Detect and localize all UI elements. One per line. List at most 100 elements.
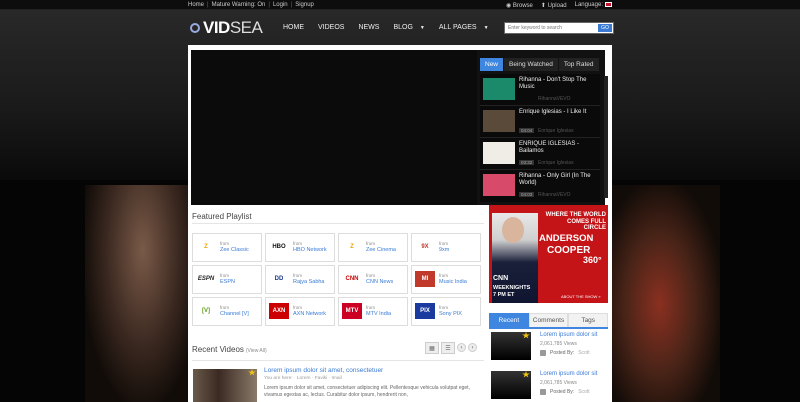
tab-being-watched[interactable]: Being Watched [504, 58, 558, 71]
video-title[interactable]: ENRIQUE IGLESIAS - Bailamos [519, 141, 591, 155]
featured-playlist-grid: Zfrom Zee Classic HBO from HBO Network Zfro… [192, 233, 484, 326]
main-content: New Being Watched Top Rated Rihanna - Do… [188, 45, 612, 402]
nav-videos[interactable]: VIDEOS [311, 21, 351, 34]
video-thumbnail[interactable] [483, 110, 515, 132]
playlist-card[interactable]: AXN from AXN Network [265, 297, 335, 326]
video-list-item[interactable]: ENRIQUE IGLESIAS - Bailamos 03:32 Enriqu… [480, 138, 600, 170]
playlist-card[interactable]: [V] from Channel [V] [192, 297, 262, 326]
user-icon [540, 389, 546, 395]
tab-tags[interactable]: Tags [568, 313, 609, 327]
site-logo[interactable]: VIDSEA [190, 18, 263, 38]
playlist-card[interactable]: ESPN from ESPN [192, 265, 262, 294]
channel-name[interactable]: Sony PIX [439, 311, 462, 317]
sidebar-video-item[interactable]: Lorem ipsum dolor sit 2,061,785 Views Po… [489, 371, 608, 402]
language-selector[interactable]: Language: [575, 1, 612, 9]
channel-name[interactable]: Channel [V] [220, 311, 249, 317]
search-input[interactable] [505, 23, 595, 33]
nav-all-pages-label: ALL PAGES [438, 24, 477, 31]
playlist-card[interactable]: CNN from CNN News [338, 265, 408, 294]
grid-view-icon[interactable]: ▦ [425, 342, 439, 354]
separator: | [290, 1, 293, 8]
recent-video-meta: You are here: · Lorem · Faviki · Imail [264, 376, 342, 381]
nav-blog[interactable]: BLOG ▼ [386, 21, 431, 34]
from-label: from [366, 273, 375, 278]
from-label: from [293, 273, 302, 278]
channel-name[interactable]: Rajya Sabha [293, 279, 325, 285]
channel-name[interactable]: Music India [439, 279, 467, 285]
channel-name[interactable]: CNN News [366, 279, 393, 285]
ad-weeknights: WEEKNIGHTS [493, 285, 531, 291]
top-link-mature-warning[interactable]: Mature Warning: On [212, 2, 266, 8]
channel-name[interactable]: MTV India [366, 311, 391, 317]
video-list-scrollbar[interactable] [604, 76, 608, 198]
ad-time: 7 PM ET [493, 292, 515, 298]
search-button[interactable]: GO [598, 24, 612, 32]
playlist-card[interactable]: MI from Music India [411, 265, 481, 294]
channel-name[interactable]: Zee Cinema [366, 247, 396, 253]
video-list-item[interactable]: Rihanna - Don't Stop The Music RihannaVE… [480, 74, 600, 106]
video-list: Rihanna - Don't Stop The Music RihannaVE… [480, 74, 600, 202]
playlist-card[interactable]: Zfrom Zee Classic [192, 233, 262, 262]
sidebar-video-title[interactable]: Lorem ipsum dolor sit [540, 332, 597, 338]
playlist-card[interactable]: 9X from 9xm [411, 233, 481, 262]
tab-new[interactable]: New [480, 58, 504, 71]
video-channel: RihannaVEVO [538, 192, 571, 198]
tab-recent[interactable]: Recent [489, 313, 529, 327]
channel-logo: HBO [272, 244, 286, 250]
author-link[interactable]: Scott [578, 389, 589, 395]
channel-name[interactable]: ESPN [220, 279, 235, 285]
playlist-card[interactable]: HBO from HBO Network [265, 233, 335, 262]
top-link-home[interactable]: Home [188, 2, 204, 8]
playlist-card[interactable]: DD from Rajya Sabha [265, 265, 335, 294]
nav-home[interactable]: HOME [276, 21, 311, 34]
channel-name[interactable]: Zee Classic [220, 247, 249, 253]
video-title[interactable]: Rihanna - Only Girl (In The World) [519, 173, 591, 187]
prev-icon[interactable]: ‹ [457, 343, 466, 352]
recent-video-title[interactable]: Lorem ipsum dolor sit amet, consectetuer [264, 367, 383, 374]
playlist-card[interactable]: MTV from MTV India [338, 297, 408, 326]
ad-about-link[interactable]: ABOUT THE SHOW » [561, 294, 601, 299]
top-links: Home | Mature Warning: On | Login | Sign… [188, 2, 314, 8]
sidebar-video-item[interactable]: Lorem ipsum dolor sit 2,061,785 Views Po… [489, 332, 608, 364]
divider [192, 223, 484, 224]
upload-link[interactable]: ⬆ Upload [541, 2, 567, 9]
advertisement-banner[interactable]: WHERE THE WORLD COMES FULL CIRCLE ANDERS… [489, 205, 608, 303]
from-label: from [293, 241, 302, 246]
video-list-item[interactable]: Rihanna - Only Girl (In The World) 04:03… [480, 170, 600, 202]
caret-down-icon: ▼ [419, 25, 425, 31]
top-link-login[interactable]: Login [273, 2, 288, 8]
from-label: from [366, 241, 375, 246]
channel-name[interactable]: 9xm [439, 247, 449, 253]
nav-all-pages[interactable]: ALL PAGES ▼ [432, 21, 496, 34]
recent-video-thumbnail[interactable] [193, 369, 257, 402]
video-thumbnail[interactable] [483, 142, 515, 164]
list-view-icon[interactable]: ☰ [441, 342, 455, 354]
playlist-card[interactable]: PIX from Sony PIX [411, 297, 481, 326]
channel-logo: CNN [345, 276, 359, 282]
next-icon[interactable]: › [468, 343, 477, 352]
author-link[interactable]: Scott [578, 350, 589, 356]
video-player[interactable] [191, 50, 477, 205]
view-all-link[interactable]: (View All) [246, 348, 267, 354]
tab-comments[interactable]: Comments [528, 313, 569, 327]
sidebar-video-title[interactable]: Lorem ipsum dolor sit [540, 371, 597, 377]
video-title[interactable]: Enrique Iglesias - I Like It [519, 109, 591, 116]
from-label: from [220, 273, 229, 278]
browse-link[interactable]: ◉ Browse [506, 2, 533, 9]
top-link-signup[interactable]: Signup [295, 2, 314, 8]
featured-playlist-heading: Featured Playlist [192, 212, 252, 221]
video-thumbnail[interactable] [483, 174, 515, 196]
video-title[interactable]: Rihanna - Don't Stop The Music [519, 77, 591, 91]
ad-tagline: WHERE THE WORLD COMES FULL CIRCLE [545, 212, 606, 231]
channel-name[interactable]: AXN Network [293, 311, 326, 317]
video-thumbnail[interactable] [483, 78, 515, 100]
tab-top-rated[interactable]: Top Rated [558, 58, 599, 71]
recent-videos-heading: Recent Videos (View All) [192, 345, 267, 354]
nav-news[interactable]: NEWS [351, 21, 386, 34]
playlist-card[interactable]: Zfrom Zee Cinema [338, 233, 408, 262]
channel-logo: Z [350, 244, 354, 250]
background-figure-left [85, 185, 190, 402]
video-list-item[interactable]: Enrique Iglesias - I Like It 04:04 Enriq… [480, 106, 600, 138]
from-label: from [293, 305, 302, 310]
channel-name[interactable]: HBO Network [293, 247, 327, 253]
